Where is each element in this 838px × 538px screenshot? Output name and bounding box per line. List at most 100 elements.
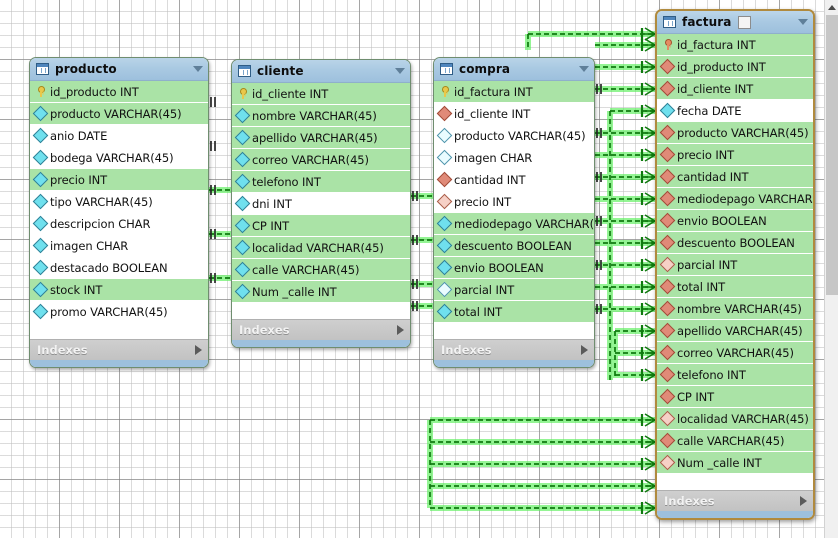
column-diamond-icon xyxy=(234,261,251,278)
indexes-label: Indexes xyxy=(239,323,290,337)
table-compra[interactable]: compra id_factura INT id_cliente INT produc… xyxy=(433,57,595,368)
column-row[interactable]: Num _calle INT xyxy=(232,281,410,303)
column-label: correo VARCHAR(45) xyxy=(252,152,369,167)
indexes-section-producto[interactable]: Indexes xyxy=(30,339,208,360)
column-row[interactable]: imagen CHAR xyxy=(434,147,594,169)
column-row[interactable]: parcial INT xyxy=(657,254,813,276)
column-row[interactable]: id_cliente INT xyxy=(232,83,410,105)
column-label: imagen CHAR xyxy=(454,150,533,165)
column-row[interactable]: envio BOOLEAN xyxy=(434,257,594,279)
column-row[interactable]: anio DATE xyxy=(30,125,208,147)
column-row[interactable]: id_factura INT xyxy=(657,34,813,56)
scroll-up-button[interactable] xyxy=(825,0,838,14)
column-row[interactable]: cantidad INT xyxy=(657,166,813,188)
column-row[interactable]: calle VARCHAR(45) xyxy=(657,430,813,452)
column-row[interactable]: envio BOOLEAN xyxy=(657,210,813,232)
column-label: parcial INT xyxy=(677,257,738,272)
indexes-section-compra[interactable]: Indexes xyxy=(434,339,594,360)
column-label: envio BOOLEAN xyxy=(677,213,767,228)
table-icon xyxy=(36,63,49,75)
column-row[interactable]: Num _calle INT xyxy=(657,452,813,474)
column-row[interactable]: total INT xyxy=(657,276,813,298)
table-icon xyxy=(238,65,251,77)
column-row[interactable]: id_cliente INT xyxy=(434,103,594,125)
column-row[interactable]: imagen CHAR xyxy=(30,235,208,257)
expand-arrow-icon[interactable] xyxy=(581,345,588,355)
column-row[interactable]: producto VARCHAR(45) xyxy=(657,122,813,144)
column-row[interactable]: nombre VARCHAR(45) xyxy=(232,105,410,127)
table-header-compra[interactable]: compra xyxy=(434,58,594,81)
column-row[interactable]: precio INT xyxy=(657,144,813,166)
chevron-down-icon[interactable] xyxy=(395,68,405,74)
column-row[interactable]: dni INT xyxy=(232,193,410,215)
column-row[interactable]: correo VARCHAR(45) xyxy=(232,149,410,171)
resize-handle[interactable] xyxy=(738,15,752,29)
column-row[interactable]: precio INT xyxy=(30,169,208,191)
column-label: parcial INT xyxy=(454,282,515,297)
chevron-down-icon[interactable] xyxy=(193,66,203,72)
column-row[interactable]: precio INT xyxy=(434,191,594,213)
expand-arrow-icon[interactable] xyxy=(195,345,202,355)
column-row[interactable]: descuento BOOLEAN xyxy=(657,232,813,254)
table-producto[interactable]: producto id_producto INT producto VARCHAR(… xyxy=(29,57,209,368)
table-cliente[interactable]: cliente id_cliente INT nombre VARCHAR(45) a… xyxy=(231,59,411,348)
column-row[interactable]: promo VARCHAR(45) xyxy=(30,301,208,323)
column-label: producto VARCHAR(45) xyxy=(454,128,586,143)
column-row[interactable]: producto VARCHAR(45) xyxy=(30,103,208,125)
column-row[interactable]: descripcion CHAR xyxy=(30,213,208,235)
column-row[interactable]: mediodepago VARCHAR(45) xyxy=(657,188,813,210)
column-label: nombre VARCHAR(45) xyxy=(677,301,802,316)
chevron-up-icon xyxy=(827,4,836,10)
table-factura[interactable]: factura id_factura INT id_producto INT id_c… xyxy=(655,9,815,520)
column-row[interactable]: CP INT xyxy=(232,215,410,237)
chevron-down-icon[interactable] xyxy=(579,66,589,72)
column-row[interactable]: telefono INT xyxy=(657,364,813,386)
expand-arrow-icon[interactable] xyxy=(397,325,404,335)
column-row[interactable]: producto VARCHAR(45) xyxy=(434,125,594,147)
column-row[interactable]: localidad VARCHAR(45) xyxy=(657,408,813,430)
vertical-scrollbar[interactable] xyxy=(824,0,838,538)
column-row[interactable]: telefono INT xyxy=(232,171,410,193)
column-label: bodega VARCHAR(45) xyxy=(50,150,174,165)
column-row[interactable]: id_factura INT xyxy=(434,81,594,103)
diagram-canvas[interactable]: producto id_producto INT producto VARCHAR(… xyxy=(0,0,824,538)
column-row[interactable]: total INT xyxy=(434,301,594,323)
indexes-section-cliente[interactable]: Indexes xyxy=(232,319,410,340)
column-row[interactable]: apellido VARCHAR(45) xyxy=(657,320,813,342)
column-row[interactable]: nombre VARCHAR(45) xyxy=(657,298,813,320)
column-row[interactable]: descuento BOOLEAN xyxy=(434,235,594,257)
primary-key-icon xyxy=(237,88,248,99)
table-bottom-strip xyxy=(30,360,208,367)
column-diamond-icon xyxy=(234,151,251,168)
column-diamond-icon xyxy=(659,454,676,471)
column-row[interactable]: destacado BOOLEAN xyxy=(30,257,208,279)
table-bottom-strip xyxy=(657,511,813,518)
column-row[interactable]: CP INT xyxy=(657,386,813,408)
column-row[interactable]: parcial INT xyxy=(434,279,594,301)
table-header-producto[interactable]: producto xyxy=(30,58,208,81)
column-row[interactable]: calle VARCHAR(45) xyxy=(232,259,410,281)
column-row[interactable]: mediodepago VARCHAR(45) xyxy=(434,213,594,235)
column-row[interactable]: fecha DATE xyxy=(657,100,813,122)
column-row[interactable]: localidad VARCHAR(45) xyxy=(232,237,410,259)
scrollbar-thumb[interactable] xyxy=(826,15,838,295)
chevron-down-icon[interactable] xyxy=(798,19,808,25)
column-label: anio DATE xyxy=(50,128,108,143)
column-diamond-icon xyxy=(32,193,49,210)
column-label: calle VARCHAR(45) xyxy=(252,262,360,277)
column-row[interactable]: correo VARCHAR(45) xyxy=(657,342,813,364)
column-row[interactable]: bodega VARCHAR(45) xyxy=(30,147,208,169)
column-row[interactable]: apellido VARCHAR(45) xyxy=(232,127,410,149)
column-row[interactable]: stock INT xyxy=(30,279,208,301)
expand-arrow-icon[interactable] xyxy=(800,496,807,506)
column-row[interactable]: id_cliente INT xyxy=(657,78,813,100)
column-row[interactable]: tipo VARCHAR(45) xyxy=(30,191,208,213)
column-row[interactable]: id_producto INT xyxy=(657,56,813,78)
column-row[interactable]: cantidad INT xyxy=(434,169,594,191)
column-row[interactable]: id_producto INT xyxy=(30,81,208,103)
indexes-section-factura[interactable]: Indexes xyxy=(657,490,813,511)
column-label: apellido VARCHAR(45) xyxy=(252,130,378,145)
table-header-factura[interactable]: factura xyxy=(657,11,813,34)
indexes-label: Indexes xyxy=(37,343,88,357)
table-header-cliente[interactable]: cliente xyxy=(232,60,410,83)
